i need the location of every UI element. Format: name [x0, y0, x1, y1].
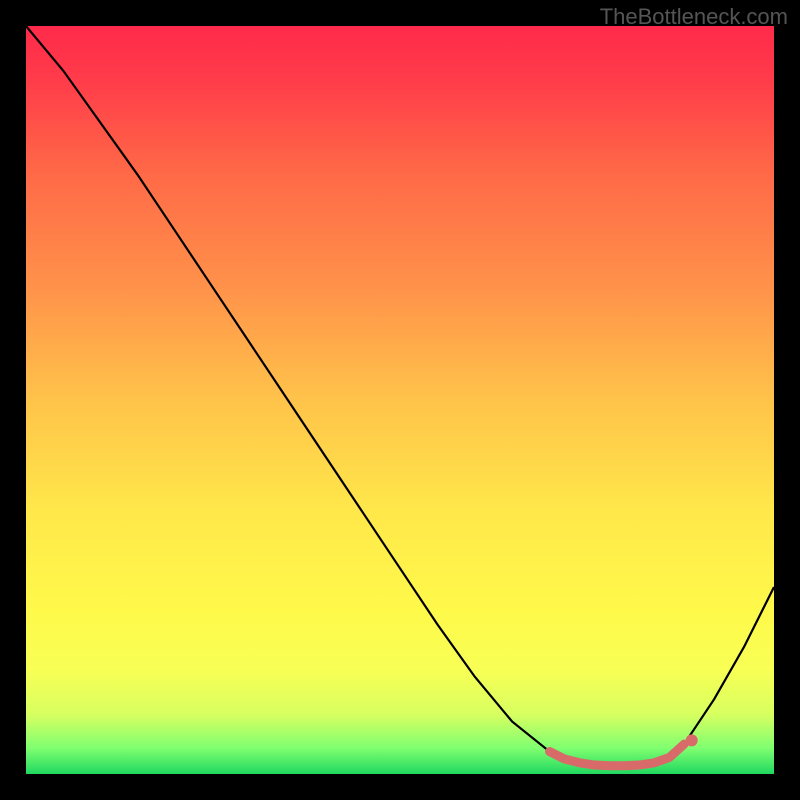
optimal-range-marker: [550, 744, 685, 766]
watermark-text: TheBottleneck.com: [600, 4, 788, 30]
bottleneck-curve: [26, 26, 774, 766]
plot-area: [26, 26, 774, 774]
optimal-range-end-dot: [686, 734, 698, 746]
curve-layer: [26, 26, 774, 774]
